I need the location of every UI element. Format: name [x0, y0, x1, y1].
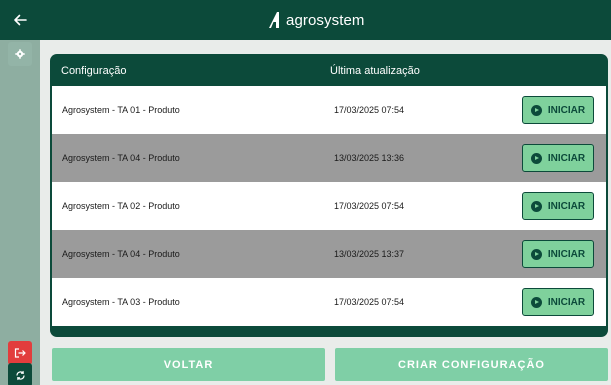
- start-button-label: INICIAR: [547, 296, 586, 308]
- configurations-table: Configuração Última atualização Agrosyst…: [50, 54, 608, 337]
- last-update-date: 17/03/2025 07:54: [334, 105, 405, 115]
- app-header: agrosystem: [0, 0, 611, 40]
- table-row: Agrosystem - TA 04 - Produto 13/03/2025 …: [52, 230, 606, 278]
- configuration-name: Agrosystem - TA 04 - Produto: [62, 249, 180, 259]
- agrosystem-logo-icon: [269, 12, 279, 28]
- start-button-label: INICIAR: [547, 104, 586, 116]
- table-header: Configuração Última atualização: [52, 54, 606, 86]
- configuration-name: Agrosystem - TA 02 - Produto: [62, 201, 180, 211]
- start-button[interactable]: INICIAR: [522, 192, 594, 220]
- sync-button[interactable]: [8, 363, 32, 385]
- last-update-date: 17/03/2025 07:54: [334, 297, 405, 307]
- sync-icon: [15, 370, 25, 380]
- logout-button[interactable]: [8, 341, 32, 365]
- play-icon: [530, 248, 542, 260]
- last-update-date: 13/03/2025 13:37: [334, 249, 405, 259]
- start-button-label: INICIAR: [547, 152, 586, 164]
- start-button-label: INICIAR: [547, 200, 586, 212]
- brand-logo: agrosystem: [268, 9, 365, 31]
- play-icon: [530, 152, 542, 164]
- configuration-name: Agrosystem - TA 04 - Produto: [62, 153, 180, 163]
- last-update-date: 13/03/2025 13:36: [334, 153, 405, 163]
- create-configuration-button[interactable]: CRIAR CONFIGURAÇÃO: [335, 348, 608, 381]
- brand-name: agrosystem: [286, 11, 365, 29]
- table-body[interactable]: Agrosystem - TA 01 - Produto 17/03/2025 …: [52, 86, 606, 333]
- table-row: Agrosystem - TA 04 - Produto 13/03/2025 …: [52, 134, 606, 182]
- start-button[interactable]: INICIAR: [522, 144, 594, 172]
- start-button[interactable]: INICIAR: [522, 96, 594, 124]
- table-row: Agrosystem - TA 01 - Produto 17/03/2025 …: [52, 86, 606, 134]
- last-update-date: 17/03/2025 07:54: [334, 201, 405, 211]
- table-row: Agrosystem - TA 03 - Produto 17/03/2025 …: [52, 278, 606, 326]
- start-button-label: INICIAR: [547, 248, 586, 260]
- start-button[interactable]: INICIAR: [522, 240, 594, 268]
- configuration-name: Agrosystem - TA 03 - Produto: [62, 297, 180, 307]
- sidebar: [0, 40, 40, 385]
- back-footer-button[interactable]: VOLTAR: [52, 348, 325, 381]
- logout-icon: [14, 348, 26, 358]
- play-icon: [530, 200, 542, 212]
- start-button[interactable]: INICIAR: [522, 288, 594, 316]
- gear-icon: [15, 49, 25, 59]
- settings-button[interactable]: [8, 42, 32, 66]
- column-header-last-update: Última atualização: [330, 65, 420, 77]
- configuration-name: Agrosystem - TA 01 - Produto: [62, 105, 180, 115]
- play-icon: [530, 104, 542, 116]
- arrow-left-icon: [14, 14, 27, 26]
- table-row: Agrosystem - TA 02 - Produto 17/03/2025 …: [52, 182, 606, 230]
- column-header-configuration: Configuração: [61, 65, 127, 77]
- play-icon: [530, 296, 542, 308]
- back-button[interactable]: [0, 0, 40, 40]
